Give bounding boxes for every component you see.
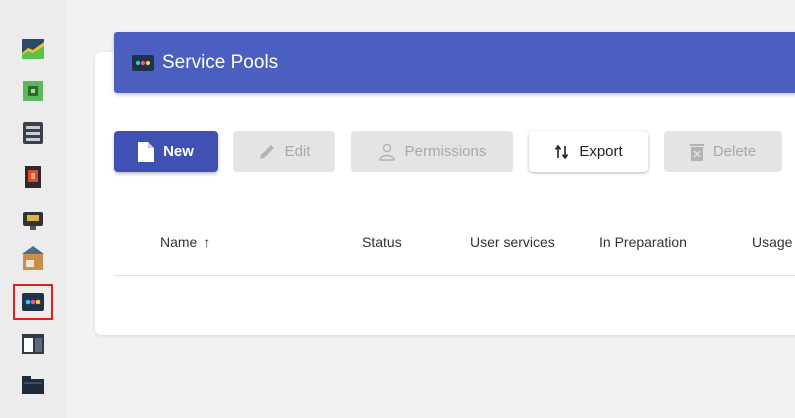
- column-header-label: Name: [160, 234, 198, 250]
- column-header-label: User services: [470, 234, 555, 250]
- page-header: Service Pools: [114, 32, 795, 93]
- sidebar: [0, 0, 66, 418]
- server-icon: [23, 122, 43, 144]
- service-pools-icon: [22, 293, 44, 311]
- sidebar-item-dashboard[interactable]: [20, 36, 46, 62]
- export-button[interactable]: Export: [529, 131, 648, 172]
- edit-button-label: Edit: [284, 143, 311, 160]
- column-header-label: Usage: [752, 234, 793, 250]
- column-header-usage[interactable]: Usage: [752, 234, 792, 250]
- person-icon: [378, 143, 395, 161]
- sidebar-item-transports[interactable]: [20, 245, 46, 271]
- sidebar-item-providers[interactable]: [20, 78, 46, 104]
- sidebar-item-folders[interactable]: [20, 372, 46, 398]
- trash-icon: [689, 143, 704, 161]
- dashboard-icon: [22, 39, 44, 59]
- sort-arrows-icon: [555, 144, 569, 159]
- permissions-button[interactable]: Permissions: [351, 131, 513, 172]
- column-header-in-preparation[interactable]: In Preparation: [599, 234, 687, 250]
- page-title: Service Pools: [162, 51, 279, 73]
- column-header-label: Status: [362, 234, 402, 250]
- authenticator-icon: [25, 166, 41, 188]
- new-button-label: New: [163, 143, 194, 160]
- column-header-label: In Preparation: [599, 234, 687, 250]
- edit-button[interactable]: Edit: [233, 131, 335, 172]
- transport-icon: [22, 246, 44, 270]
- sidebar-item-service-pools[interactable]: [13, 284, 53, 320]
- window-icon: [22, 334, 44, 354]
- column-header-name[interactable]: Name ↑: [160, 234, 210, 250]
- delete-button-label: Delete: [712, 143, 757, 160]
- content-card: [95, 52, 795, 335]
- column-header-status[interactable]: Status: [362, 234, 402, 250]
- folder-icon: [22, 376, 44, 394]
- table-divider: [114, 275, 795, 276]
- sidebar-item-servers[interactable]: [20, 120, 46, 146]
- export-button-label: Export: [579, 143, 623, 160]
- network-icon: [23, 212, 43, 230]
- service-pools-icon: [132, 54, 154, 71]
- sidebar-item-authenticators[interactable]: [20, 164, 46, 190]
- new-button[interactable]: New: [114, 131, 218, 172]
- sidebar-item-windows[interactable]: [20, 331, 46, 357]
- chip-icon: [23, 81, 43, 101]
- arrow-up-icon: ↑: [203, 234, 211, 250]
- permissions-button-label: Permissions: [404, 143, 487, 160]
- delete-button[interactable]: Delete: [664, 131, 782, 172]
- pencil-icon: [259, 144, 274, 159]
- column-header-user-services[interactable]: User services: [470, 234, 555, 250]
- file-icon: [138, 141, 155, 162]
- sidebar-item-networks[interactable]: [20, 208, 46, 234]
